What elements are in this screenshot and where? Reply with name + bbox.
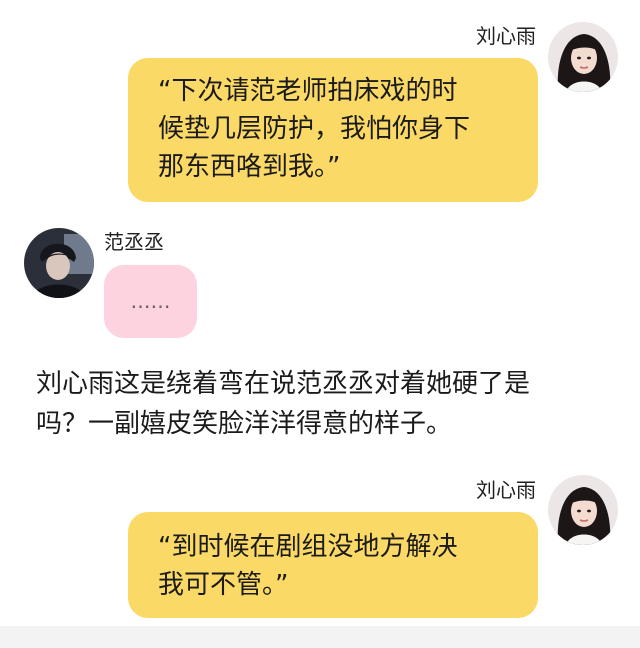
message-text: “到时候在剧组没地方解决 我可不管。”	[158, 532, 458, 600]
female-avatar-icon[interactable]	[548, 475, 618, 545]
female-avatar-icon[interactable]	[548, 22, 618, 92]
sender-name: 范丞丞	[104, 230, 164, 254]
message-text: “下次请范老师拍床戏的时 候垫几层防护，我怕你身下 那东西咯到我。”	[158, 76, 471, 182]
sender-name: 刘心雨	[476, 24, 536, 48]
narration-text: 刘心雨这是绕着弯在说范丞丞对着她硬了是 吗？一副嬉皮笑脸洋洋得意的样子。	[36, 369, 531, 439]
sender-name: 刘心雨	[476, 478, 536, 502]
message-text: ……	[130, 289, 171, 313]
message-bubble: “下次请范老师拍床戏的时 候垫几层防护，我怕你身下 那东西咯到我。”	[128, 58, 538, 202]
male-avatar-icon[interactable]	[24, 228, 94, 298]
message-bubble: ……	[104, 265, 197, 338]
bottom-divider	[0, 626, 640, 648]
message-bubble: “到时候在剧组没地方解决 我可不管。”	[128, 512, 538, 618]
